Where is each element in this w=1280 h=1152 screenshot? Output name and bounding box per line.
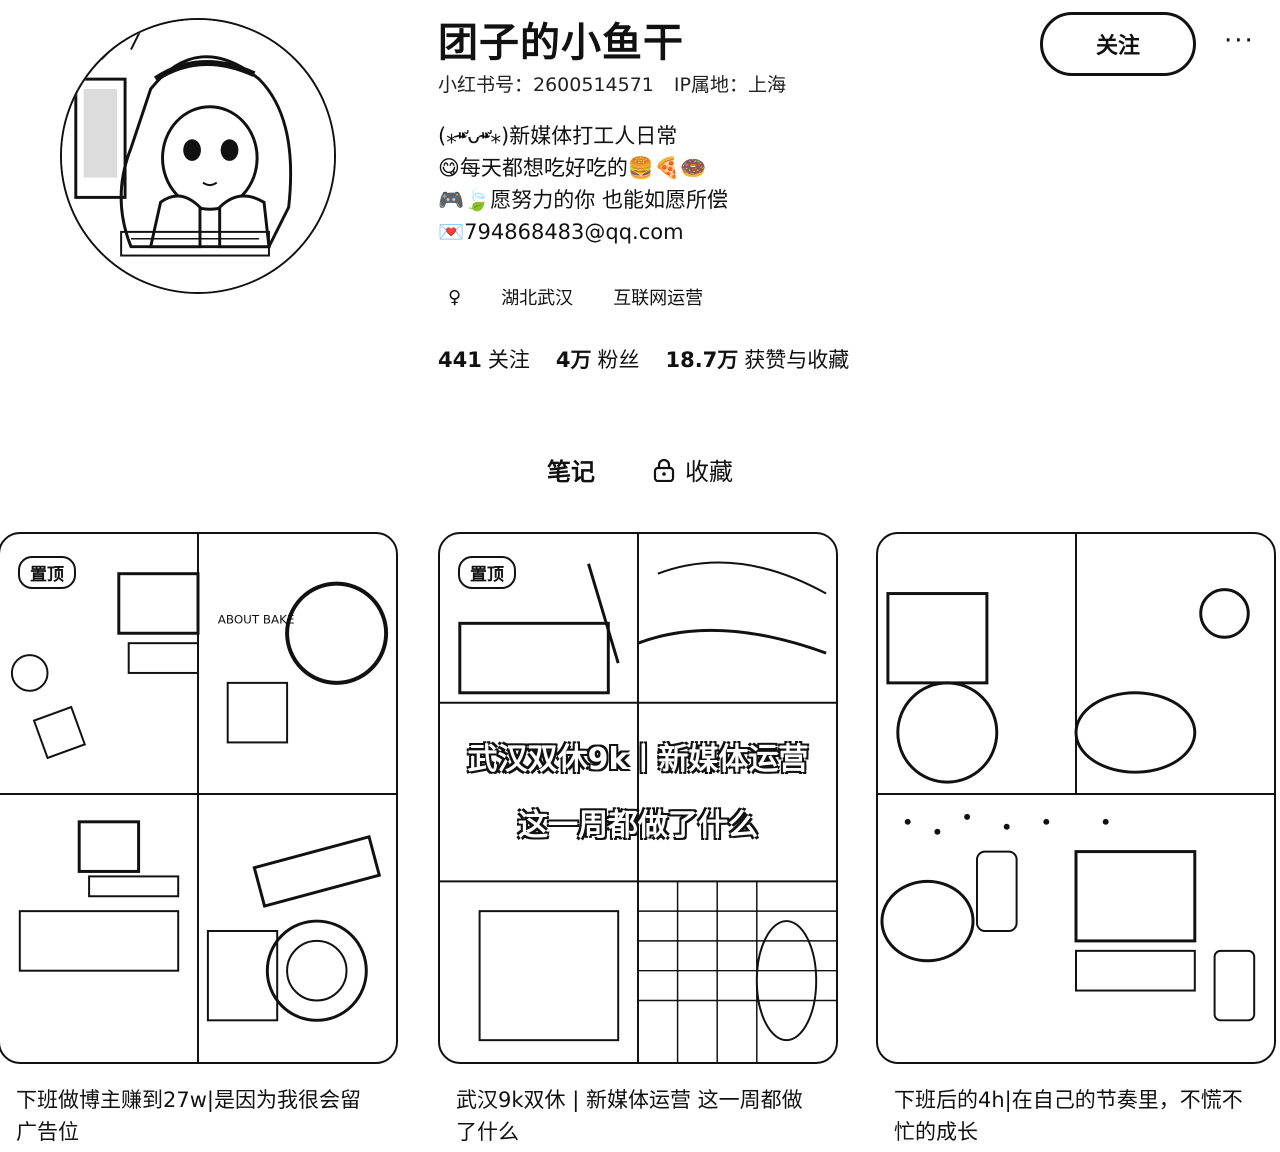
note-cover[interactable]	[876, 532, 1276, 1064]
svg-text:ABOUT BAKE: ABOUT BAKE	[218, 612, 295, 626]
note-card[interactable]: 置顶 武汉双休9k丨新媒体运营 这一周都做了什么 武汉9k双休 | 新媒体运营 …	[438, 532, 838, 1148]
profile-id: 小红书号：2600514571	[438, 74, 654, 96]
avatar-illustration	[62, 20, 334, 292]
likes-label: 获赞与收藏	[744, 348, 850, 372]
tab-favorites[interactable]: 收藏	[653, 452, 733, 487]
follow-button[interactable]: 关注	[1040, 12, 1196, 76]
note-card[interactable]: ABOUT BAKE 置顶 下班做博主赚到27w|是因为我很会留广告位	[0, 532, 398, 1148]
note-title[interactable]: 下班后的4h|在自己的节奏里，不慌不忙的成长	[876, 1084, 1276, 1148]
bio-line: 😋每天都想吃好吃的🍔🍕🍩	[438, 156, 707, 180]
tab-notes[interactable]: 笔记	[547, 452, 595, 487]
note-cover-image	[878, 534, 1274, 1022]
following-label: 关注	[487, 348, 530, 372]
gender-female-icon: ♀	[448, 286, 462, 308]
cover-overlay-text: 这一周都做了什么	[518, 808, 758, 843]
note-cover-image: ABOUT BAKE	[0, 534, 396, 1062]
fans-stat[interactable]: 4万 粉丝	[556, 344, 640, 374]
fans-count: 4万	[555, 348, 592, 372]
cover-overlay-text: 武汉双休9k丨新媒体运营	[467, 742, 809, 777]
likes-stat[interactable]: 18.7万 获赞与收藏	[665, 344, 849, 374]
note-cover[interactable]: ABOUT BAKE 置顶	[0, 532, 398, 1064]
following-count: 441	[438, 348, 482, 372]
note-title[interactable]: 下班做博主赚到27w|是因为我很会留广告位	[0, 1084, 398, 1148]
ip-location: IP属地：上海	[673, 74, 786, 96]
lock-icon	[653, 458, 675, 482]
profile-bio: (⁎⁍̴̛ᴗ⁍̴̛⁎)新媒体打工人日常 😋每天都想吃好吃的🍔🍕🍩 🎮🍃愿努力的你…	[438, 120, 728, 248]
more-options-icon[interactable]: ···	[1224, 26, 1255, 56]
note-card[interactable]: 下班后的4h|在自己的节奏里，不慌不忙的成长	[876, 532, 1276, 1148]
following-stat[interactable]: 441 关注	[438, 344, 530, 374]
fans-label: 粉丝	[597, 348, 640, 372]
pinned-badge: 置顶	[458, 556, 516, 589]
profile-name: 团子的小鱼干	[438, 20, 684, 66]
note-title[interactable]: 武汉9k双休 | 新媒体运营 这一周都做了什么	[438, 1084, 838, 1148]
likes-count: 18.7万	[665, 348, 739, 372]
industry-tag: 互联网运营	[613, 288, 704, 309]
avatar[interactable]	[60, 18, 336, 294]
profile-tags: ♀ 湖北武汉 互联网运营	[438, 282, 713, 312]
bio-line: 🎮🍃愿努力的你 也能如愿所偿	[438, 188, 728, 212]
pinned-badge: 置顶	[18, 556, 76, 589]
bio-line: 💌794868483@qq.com	[438, 220, 684, 244]
location-tag: 湖北武汉	[501, 288, 574, 309]
bio-line: (⁎⁍̴̛ᴗ⁍̴̛⁎)新媒体打工人日常	[438, 124, 678, 148]
tab-favorites-label: 收藏	[685, 458, 733, 486]
profile-stats: 441 关注 4万 粉丝 18.7万 获赞与收藏	[438, 344, 849, 374]
profile-ids: 小红书号：2600514571 IP属地：上海	[438, 70, 786, 97]
note-cover-image	[440, 534, 836, 1062]
note-cover[interactable]: 置顶 武汉双休9k丨新媒体运营 这一周都做了什么	[438, 532, 838, 1064]
profile-tabs: 笔记 收藏	[0, 452, 1280, 487]
tab-notes-label: 笔记	[547, 458, 595, 486]
